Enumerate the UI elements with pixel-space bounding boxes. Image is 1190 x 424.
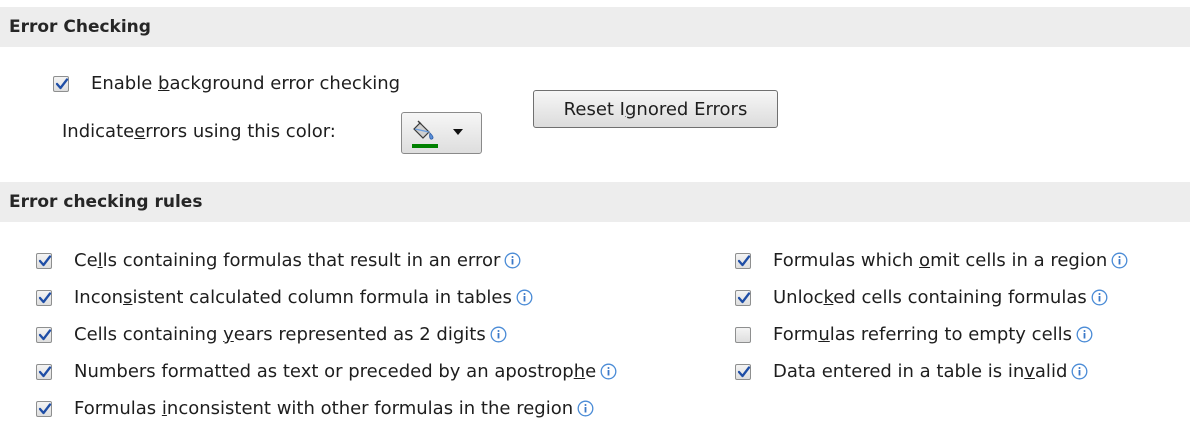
color-indicator-bar: [412, 144, 438, 148]
label-part: Incon: [74, 287, 124, 308]
info-icon[interactable]: [1071, 363, 1088, 380]
rule-option[interactable]: Numbers formatted as text or preceded by…: [36, 361, 617, 382]
info-icon[interactable]: [1111, 252, 1128, 269]
dropdown-arrow-icon: [453, 129, 463, 135]
label-part: nconsistent with other formulas in the r…: [166, 398, 574, 419]
checkmark-icon: [38, 402, 52, 414]
rule-option[interactable]: Inconsistent calculated column formula i…: [36, 287, 533, 308]
info-icon[interactable]: [1076, 326, 1093, 343]
info-icon[interactable]: [1091, 289, 1108, 306]
checkmark-icon: [737, 365, 751, 377]
rule-option[interactable]: Formulas referring to empty cells: [735, 324, 1093, 345]
checkmark-icon: [38, 254, 52, 266]
error-checking-header: Error Checking: [0, 7, 1190, 47]
label-part: Formulas which: [773, 250, 920, 271]
label-part: Indicate: [62, 121, 135, 142]
access-key: v: [1024, 361, 1035, 382]
reset-ignored-errors-button[interactable]: Reset Ig nored Errors: [533, 90, 778, 128]
rule-label: Cells containing formulas that result in…: [74, 250, 500, 271]
access-key: k: [823, 287, 834, 308]
label-part: alid: [1034, 361, 1068, 382]
label-part: Form: [773, 324, 819, 345]
rule-checkbox[interactable]: [36, 326, 52, 343]
rule-option[interactable]: Cells containing years represented as 2 …: [36, 324, 507, 345]
error-checking-rules-header: Error checking rules: [0, 182, 1190, 222]
label-part: istent calculated column formula in tabl…: [132, 287, 512, 308]
error-checking-title: Error Checking: [9, 17, 151, 37]
rule-label: Numbers formatted as text or preceded by…: [74, 361, 596, 382]
label-part: Cells containing: [74, 324, 224, 345]
enable-background-checking-label: Enable background error checking: [91, 73, 400, 94]
checkmark-icon: [55, 77, 69, 89]
rule-label: Inconsistent calculated column formula i…: [74, 287, 512, 308]
label-part: Numbers formatted as text or preceded by…: [74, 361, 574, 382]
rule-checkbox[interactable]: [735, 289, 751, 306]
access-key: b: [158, 73, 170, 94]
label-part: rrors using this color:: [145, 121, 336, 142]
info-icon[interactable]: [600, 363, 617, 380]
rule-checkbox[interactable]: [735, 252, 751, 269]
enable-background-checking-option[interactable]: Enable background error checking: [53, 73, 400, 94]
rule-label: Cells containing years represented as 2 …: [74, 324, 486, 345]
access-key: y: [223, 324, 234, 345]
paint-bucket-icon: [413, 120, 434, 140]
info-icon[interactable]: [504, 252, 521, 269]
label-part: e: [585, 361, 597, 382]
checkmark-icon: [737, 254, 751, 266]
rule-option[interactable]: Formulas which omit cells in a region: [735, 250, 1128, 271]
rule-label: Formulas referring to empty cells: [773, 324, 1072, 345]
label-part: mit cells in a region: [930, 250, 1108, 271]
access-key: u: [818, 324, 830, 345]
label-part: Data entered in a table is in: [773, 361, 1025, 382]
label-part: Reset I: [563, 98, 625, 120]
label-part: Enable: [91, 73, 159, 94]
rule-checkbox[interactable]: [36, 252, 52, 269]
rule-checkbox[interactable]: [36, 289, 52, 306]
rule-option[interactable]: Data entered in a table is invalid: [735, 361, 1088, 382]
label-part: ears represented as 2 digits: [233, 324, 486, 345]
label-part: ls containing formulas that result in an…: [102, 250, 501, 271]
label-part: las referring to empty cells: [829, 324, 1073, 345]
label-part: Unloc: [773, 287, 824, 308]
enable-background-checking-checkbox[interactable]: [53, 75, 69, 92]
rule-checkbox[interactable]: [36, 363, 52, 380]
rule-label: Formulas which omit cells in a region: [773, 250, 1107, 271]
access-key: g: [624, 98, 637, 120]
access-key: o: [919, 250, 931, 271]
error-checking-rules-title: Error checking rules: [9, 192, 203, 212]
checkmark-icon: [737, 291, 751, 303]
rule-checkbox[interactable]: [735, 363, 751, 380]
info-icon[interactable]: [490, 326, 507, 343]
rule-label: Unlocked cells containing formulas: [773, 287, 1087, 308]
rule-checkbox[interactable]: [735, 326, 751, 343]
label-part: ed cells containing formulas: [833, 287, 1087, 308]
rule-option[interactable]: Cells containing formulas that result in…: [36, 250, 521, 271]
rule-label: Data entered in a table is invalid: [773, 361, 1067, 382]
access-key: e: [134, 121, 146, 142]
label-part: Formulas: [74, 398, 162, 419]
rule-checkbox[interactable]: [36, 400, 52, 417]
info-icon[interactable]: [516, 289, 533, 306]
info-icon[interactable]: [577, 400, 594, 417]
rule-option[interactable]: Unlocked cells containing formulas: [735, 287, 1108, 308]
label-part: ackground error checking: [169, 73, 401, 94]
indicate-errors-color-label: Indicate e rrors using this color:: [62, 121, 336, 142]
label-part: nored Errors: [636, 98, 748, 120]
label-part: Ce: [74, 250, 98, 271]
rule-label: Formulas inconsistent with other formula…: [74, 398, 573, 419]
checkmark-icon: [38, 328, 52, 340]
error-color-picker-button[interactable]: [401, 112, 482, 154]
access-key: h: [573, 361, 586, 382]
checkmark-icon: [38, 365, 52, 377]
checkmark-icon: [38, 291, 52, 303]
rule-option[interactable]: Formulas inconsistent with other formula…: [36, 398, 594, 419]
